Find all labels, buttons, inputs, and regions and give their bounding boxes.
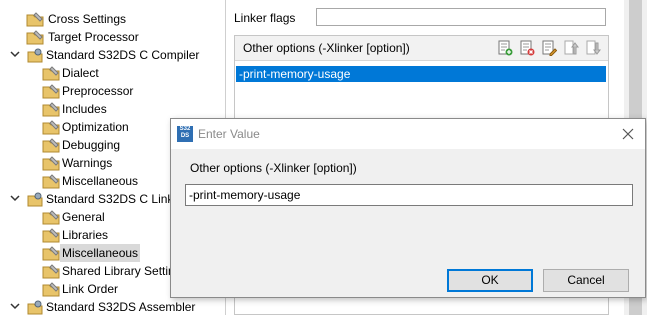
- dialog-field-label: Other options (-Xlinker [option]): [190, 161, 357, 175]
- tree-item-label: Target Processor: [48, 30, 139, 44]
- tree-item-label: Standard S32DS Assembler: [46, 300, 196, 314]
- tree-item-label: Warnings: [62, 156, 113, 170]
- tree-item-label: Includes: [62, 102, 107, 116]
- s32ds-app-icon: S32 DS: [177, 126, 193, 142]
- ok-button[interactable]: OK: [447, 269, 533, 292]
- enter-value-dialog: S32 DS Enter Value Other options (-Xlink…: [170, 118, 646, 298]
- other-options-header: Other options (-Xlinker [option]): [235, 36, 608, 61]
- settings-folder-icon: [42, 65, 60, 81]
- settings-folder-icon: [42, 263, 60, 279]
- tree-item-label: Standard S32DS C Linke: [46, 192, 181, 206]
- move-down-icon[interactable]: [585, 40, 601, 56]
- tool-icon: [26, 191, 44, 207]
- tree-item-label: General: [62, 210, 105, 224]
- settings-folder-icon: [42, 137, 60, 153]
- settings-folder-icon: [42, 227, 60, 243]
- move-up-icon[interactable]: [563, 40, 579, 56]
- other-options-title: Other options (-Xlinker [option]): [243, 41, 410, 55]
- settings-folder-icon: [42, 101, 60, 117]
- chevron-down-icon[interactable]: [10, 298, 20, 315]
- tree-item-label: Cross Settings: [48, 12, 127, 26]
- chevron-down-icon[interactable]: [10, 190, 20, 208]
- settings-folder-icon: [42, 209, 60, 225]
- chevron-down-icon[interactable]: [10, 46, 20, 64]
- settings-folder-icon: [42, 281, 60, 297]
- settings-folder-icon: [42, 155, 60, 171]
- tree-item-label: Link Order: [62, 282, 119, 296]
- tree-item-label: Shared Library Settin: [62, 264, 175, 278]
- edit-icon[interactable]: [541, 40, 558, 56]
- list-item[interactable]: -print-memory-usage: [236, 66, 606, 82]
- settings-folder-icon: [26, 29, 44, 45]
- tree-item-label: Libraries: [62, 228, 109, 242]
- delete-icon[interactable]: [519, 40, 535, 56]
- value-input[interactable]: -print-memory-usage: [185, 184, 633, 206]
- tree-item-label: Standard S32DS C Compiler: [46, 48, 200, 62]
- tree-item-label: Dialect: [62, 66, 99, 80]
- tree-item-label: Debugging: [62, 138, 121, 152]
- linker-flags-input[interactable]: [316, 8, 606, 26]
- settings-folder-icon: [42, 119, 60, 135]
- tree-item-label: Miscellaneous: [62, 174, 139, 188]
- dialog-titlebar[interactable]: S32 DS Enter Value: [171, 119, 645, 149]
- settings-folder-icon: [42, 83, 60, 99]
- cancel-button[interactable]: Cancel: [543, 269, 629, 292]
- tree-item-label: Preprocessor: [62, 84, 134, 98]
- linker-flags-label: Linker flags: [234, 11, 296, 25]
- dialog-title: Enter Value: [198, 127, 260, 141]
- tool-icon: [26, 299, 44, 315]
- add-icon[interactable]: [497, 40, 513, 56]
- settings-folder-icon: [42, 173, 60, 189]
- close-icon[interactable]: [619, 125, 637, 143]
- tool-icon: [26, 47, 44, 63]
- settings-folder-icon: [42, 245, 60, 261]
- tree-item-label: Miscellaneous: [60, 244, 141, 262]
- settings-folder-icon: [26, 11, 44, 27]
- tree-item-label: Optimization: [62, 120, 129, 134]
